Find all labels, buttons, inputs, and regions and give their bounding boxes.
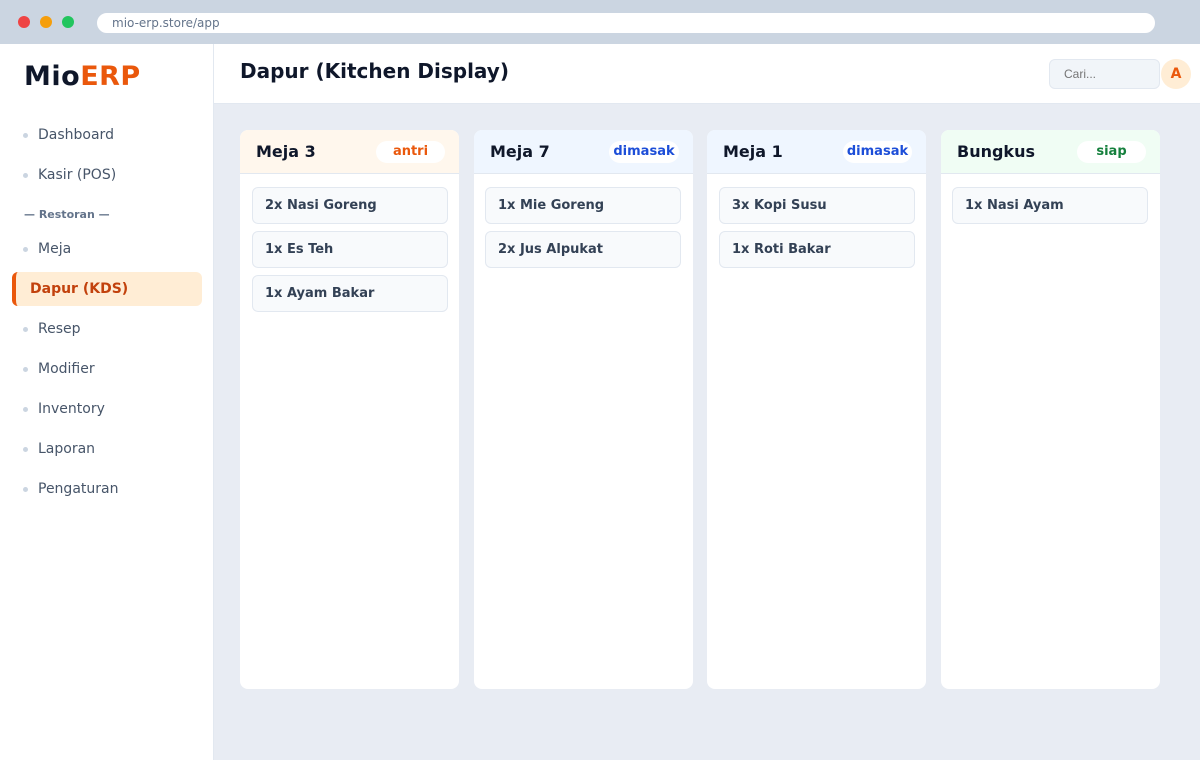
window-maximize-button[interactable]: [62, 16, 74, 28]
sidebar-item-label: Meja: [38, 241, 72, 257]
sidebar-item-label: Resep: [38, 321, 81, 337]
column-header: Meja 3 antri: [240, 130, 459, 174]
column-title: Bungkus: [957, 142, 1035, 161]
sidebar-item-dashboard[interactable]: Dashboard: [12, 118, 202, 152]
top-header: Dapur (Kitchen Display) A: [214, 44, 1200, 104]
column-title: Meja 1: [723, 142, 783, 161]
kds-column-meja-3: Meja 3 antri 2x Nasi Goreng 1x Es Teh 1x…: [240, 130, 459, 689]
kds-column-meja-1: Meja 1 dimasak 3x Kopi Susu 1x Roti Baka…: [707, 130, 926, 689]
status-badge[interactable]: dimasak: [843, 141, 912, 163]
page-title: Dapur (Kitchen Display): [240, 59, 509, 83]
sidebar-item-modifier[interactable]: Modifier: [12, 352, 202, 386]
kds-column-bungkus: Bungkus siap 1x Nasi Ayam: [941, 130, 1160, 689]
bullet-icon: [23, 327, 28, 332]
brand-name-part2: ERP: [80, 61, 141, 92]
bullet-icon: [23, 247, 28, 252]
order-item[interactable]: 2x Jus Alpukat: [485, 231, 681, 268]
sidebar-item-inventory[interactable]: Inventory: [12, 392, 202, 426]
order-item[interactable]: 1x Ayam Bakar: [252, 275, 448, 312]
sidebar-item-resep[interactable]: Resep: [12, 312, 202, 346]
order-item[interactable]: 2x Nasi Goreng: [252, 187, 448, 224]
sidebar-item-pengaturan[interactable]: Pengaturan: [12, 472, 202, 506]
column-header: Bungkus siap: [941, 130, 1160, 174]
bullet-icon: [23, 367, 28, 372]
sidebar-item-label: Modifier: [38, 361, 95, 377]
window-minimize-button[interactable]: [40, 16, 52, 28]
status-badge[interactable]: siap: [1077, 141, 1146, 163]
bullet-icon: [23, 447, 28, 452]
order-item[interactable]: 1x Nasi Ayam: [952, 187, 1148, 224]
sidebar-item-label: Inventory: [38, 401, 105, 417]
search-input[interactable]: [1049, 59, 1160, 89]
column-header: Meja 7 dimasak: [474, 130, 693, 174]
window-close-button[interactable]: [18, 16, 30, 28]
sidebar-item-label: Dapur (KDS): [30, 281, 129, 297]
browser-chrome: mio-erp.store/app: [0, 0, 1200, 44]
sidebar-item-kasir[interactable]: Kasir (POS): [12, 158, 202, 192]
sidebar-item-label: Pengaturan: [38, 481, 119, 497]
order-item[interactable]: 3x Kopi Susu: [719, 187, 915, 224]
order-item[interactable]: 1x Mie Goreng: [485, 187, 681, 224]
sidebar: MioERP Dashboard Kasir (POS) — Restoran …: [0, 44, 214, 760]
column-title: Meja 3: [256, 142, 316, 161]
bullet-icon: [23, 133, 28, 138]
address-bar[interactable]: mio-erp.store/app: [96, 12, 1156, 34]
status-badge[interactable]: dimasak: [609, 141, 679, 163]
sidebar-item-label: Laporan: [38, 441, 96, 457]
brand-name-part1: Mio: [24, 61, 81, 92]
order-item[interactable]: 1x Roti Bakar: [719, 231, 915, 268]
brand-logo[interactable]: MioERP: [24, 60, 141, 94]
sidebar-item-laporan[interactable]: Laporan: [12, 432, 202, 466]
bullet-icon: [23, 407, 28, 412]
sidebar-item-label: Dashboard: [38, 127, 114, 143]
sidebar-item-label: Kasir (POS): [38, 167, 117, 183]
sidebar-item-meja[interactable]: Meja: [12, 232, 202, 266]
order-item[interactable]: 1x Es Teh: [252, 231, 448, 268]
column-title: Meja 7: [490, 142, 550, 161]
sidebar-section-restoran: — Restoran —: [24, 208, 110, 221]
kds-column-meja-7: Meja 7 dimasak 1x Mie Goreng 2x Jus Alpu…: [474, 130, 693, 689]
column-header: Meja 1 dimasak: [707, 130, 926, 174]
status-badge[interactable]: antri: [376, 141, 445, 163]
bullet-icon: [23, 173, 28, 178]
bullet-icon: [23, 487, 28, 492]
user-avatar[interactable]: A: [1161, 59, 1191, 89]
sidebar-item-dapur[interactable]: Dapur (KDS): [12, 272, 202, 306]
